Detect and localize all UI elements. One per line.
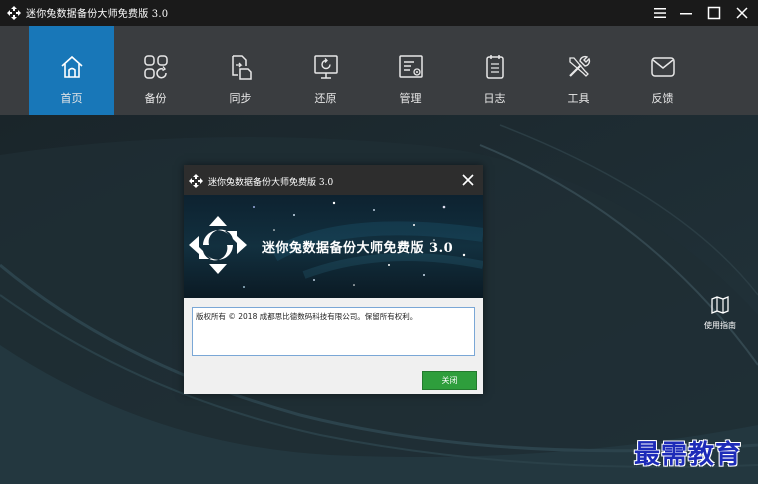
menu-button[interactable] <box>649 2 671 24</box>
dialog-title-bar: 迷你兔数据备份大师免费版 3.0 <box>184 165 483 195</box>
sync-icon <box>232 55 252 80</box>
maximize-icon <box>707 6 721 20</box>
app-window: 迷你兔数据备份大师免费版 3.0 首页 备份 同步 还原 管理 日志 工具 反馈… <box>0 0 758 484</box>
close-button[interactable] <box>731 2 753 24</box>
title-bar: 迷你兔数据备份大师免费版 3.0 <box>0 0 758 26</box>
tab-restore[interactable]: 还原 <box>283 26 368 115</box>
tab-log-label: 日志 <box>483 92 506 105</box>
tab-backup[interactable]: 备份 <box>113 26 198 115</box>
book-map-icon <box>711 296 729 314</box>
copyright-textarea[interactable]: 版权所有 © 2018 成都思比德数码科技有限公司。保留所有权利。 <box>192 307 475 356</box>
maximize-button[interactable] <box>703 2 725 24</box>
feedback-icon <box>651 57 675 77</box>
tab-log[interactable]: 日志 <box>452 26 537 115</box>
backup-icon <box>144 55 168 79</box>
manage-icon <box>399 55 423 78</box>
user-guide-button[interactable]: 使用指南 <box>700 296 740 336</box>
app-logo-icon <box>7 6 21 20</box>
close-dialog-button[interactable]: 关闭 <box>422 371 477 390</box>
user-guide-label: 使用指南 <box>704 321 736 330</box>
close-icon <box>736 7 748 19</box>
tab-home-label: 首页 <box>60 92 83 105</box>
tools-icon <box>569 55 591 77</box>
tab-manage-label: 管理 <box>399 92 422 105</box>
restore-icon <box>314 55 338 79</box>
tab-feedback-label: 反馈 <box>651 92 674 105</box>
dialog-close-icon[interactable] <box>459 171 477 189</box>
banner-product-name: 迷你兔数据备份大师免费版 3.0 <box>262 241 454 256</box>
watermark-text: 最需教育 <box>634 440 743 470</box>
copyright-text: 版权所有 © 2018 成都思比德数码科技有限公司。保留所有权利。 <box>196 312 418 321</box>
main-toolbar: 首页 备份 同步 还原 管理 日志 工具 反馈 <box>0 26 758 115</box>
app-logo-icon <box>189 174 203 188</box>
minimize-button[interactable] <box>675 2 697 24</box>
menu-icon <box>654 8 666 18</box>
tab-tools-label: 工具 <box>567 92 590 105</box>
tab-restore-label: 还原 <box>314 92 337 105</box>
dialog-title: 迷你兔数据备份大师免费版 3.0 <box>208 178 334 188</box>
tab-tools[interactable]: 工具 <box>536 26 621 115</box>
home-icon <box>61 55 83 78</box>
tab-sync[interactable]: 同步 <box>198 26 283 115</box>
tab-home[interactable]: 首页 <box>29 26 114 115</box>
log-icon <box>486 55 504 79</box>
about-dialog: 迷你兔数据备份大师免费版 3.0 迷你兔数据备份大师免费版 3.0 版权所有 ©… <box>184 165 483 394</box>
app-title: 迷你兔数据备份大师免费版 3.0 <box>26 9 169 20</box>
tab-backup-label: 备份 <box>144 92 167 105</box>
minimize-icon <box>680 13 692 15</box>
dialog-banner: 迷你兔数据备份大师免费版 3.0 <box>184 195 483 298</box>
app-big-logo-icon <box>189 216 247 274</box>
tab-sync-label: 同步 <box>229 92 252 105</box>
tab-manage[interactable]: 管理 <box>368 26 453 115</box>
tab-feedback[interactable]: 反馈 <box>620 26 705 115</box>
